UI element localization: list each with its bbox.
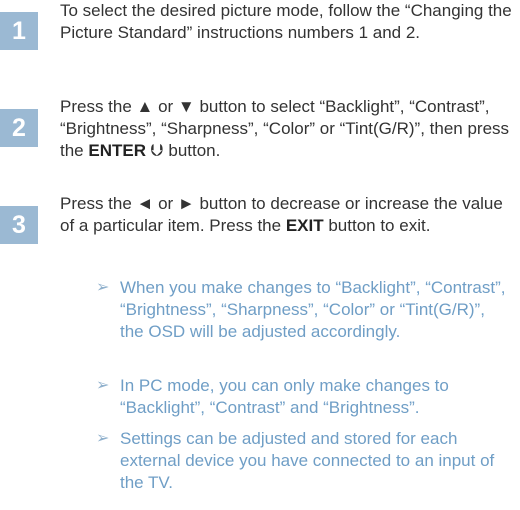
enter-icon: ⮋ — [150, 141, 164, 160]
step-number-badge: 1 — [0, 12, 38, 50]
step-text: To select the desired picture mode, foll… — [60, 1, 512, 42]
step-number-badge: 2 — [0, 109, 38, 147]
enter-label: ENTER — [88, 141, 146, 160]
note-text: In PC mode, you can only make changes to… — [120, 376, 449, 417]
note-text: Settings can be adjusted and stored for … — [120, 429, 495, 492]
step-text: Press the ▲ or ▼ button to select “Backl… — [60, 96, 512, 162]
arrow-icon: ➢ — [96, 279, 110, 296]
step-number-badge: 3 — [0, 206, 38, 244]
arrow-icon: ➢ — [96, 377, 110, 394]
step-text-before: Press the ◄ or ► button to decrease or i… — [60, 194, 503, 235]
step-text: Press the ◄ or ► button to decrease or i… — [60, 193, 512, 237]
step-text-after: button. — [163, 141, 221, 160]
exit-label: EXIT — [285, 216, 324, 235]
note-text: When you make changes to “Backlight”, “C… — [120, 278, 506, 341]
step-text-after: button to exit. — [323, 216, 431, 235]
arrow-icon: ➢ — [96, 430, 110, 447]
